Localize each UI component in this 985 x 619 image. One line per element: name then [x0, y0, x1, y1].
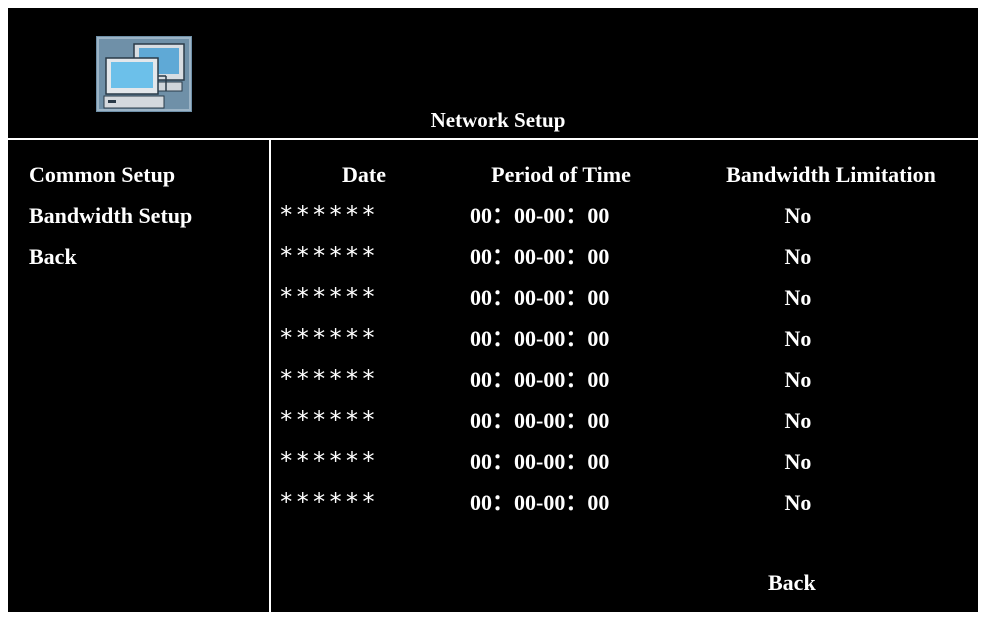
table-row[interactable]: ****** 00：00-00：00 No: [8, 441, 978, 482]
period-cell: 00：00-00：00: [470, 367, 610, 392]
period-cell: 00：00-00：00: [470, 244, 610, 269]
table-row[interactable]: ****** 00：00-00：00 No: [8, 359, 978, 400]
column-header-date: Date: [342, 162, 386, 187]
date-cell: ******: [279, 488, 378, 516]
bandwidth-limit-cell: No: [784, 490, 812, 515]
bandwidth-limit-cell: No: [784, 408, 812, 433]
schedule-table: ****** 00：00-00：00 No ****** 00：00-00：00…: [8, 195, 978, 523]
menu-item-common-setup[interactable]: Common Setup: [29, 154, 259, 195]
page-title: Network Setup: [430, 108, 566, 132]
date-cell: ******: [279, 242, 378, 270]
date-cell: ******: [279, 406, 378, 434]
period-cell: 00：00-00：00: [470, 285, 610, 310]
table-row[interactable]: ****** 00：00-00：00 No: [8, 195, 978, 236]
period-cell: 00：00-00：00: [470, 203, 610, 228]
bandwidth-limit-cell: No: [784, 449, 812, 474]
table-row[interactable]: ****** 00：00-00：00 No: [8, 277, 978, 318]
date-cell: ******: [279, 201, 378, 229]
table-row[interactable]: ****** 00：00-00：00 No: [8, 236, 978, 277]
period-cell: 00：00-00：00: [470, 449, 610, 474]
table-row[interactable]: ****** 00：00-00：00 No: [8, 400, 978, 441]
bandwidth-limit-cell: No: [784, 285, 812, 310]
table-row[interactable]: ****** 00：00-00：00 No: [8, 318, 978, 359]
period-cell: 00：00-00：00: [470, 408, 610, 433]
bandwidth-limit-cell: No: [784, 244, 812, 269]
header-divider: [8, 138, 978, 140]
table-row[interactable]: ****** 00：00-00：00 No: [8, 482, 978, 523]
column-header-period: Period of Time: [491, 162, 631, 187]
back-button[interactable]: Back: [768, 568, 848, 598]
period-cell: 00：00-00：00: [470, 490, 610, 515]
network-computers-icon: [96, 36, 192, 112]
header: Network Setup: [8, 8, 978, 138]
date-cell: ******: [279, 365, 378, 393]
bandwidth-limit-cell: No: [784, 326, 812, 351]
period-cell: 00：00-00：00: [470, 326, 610, 351]
network-setup-screen: Network Setup Common Setup Bandwidth Set…: [8, 8, 978, 612]
date-cell: ******: [279, 324, 378, 352]
bandwidth-limit-cell: No: [784, 367, 812, 392]
bandwidth-limit-cell: No: [784, 203, 812, 228]
column-header-bandwidth-limitation: Bandwidth Limitation: [726, 162, 936, 187]
date-cell: ******: [279, 447, 378, 475]
date-cell: ******: [279, 283, 378, 311]
